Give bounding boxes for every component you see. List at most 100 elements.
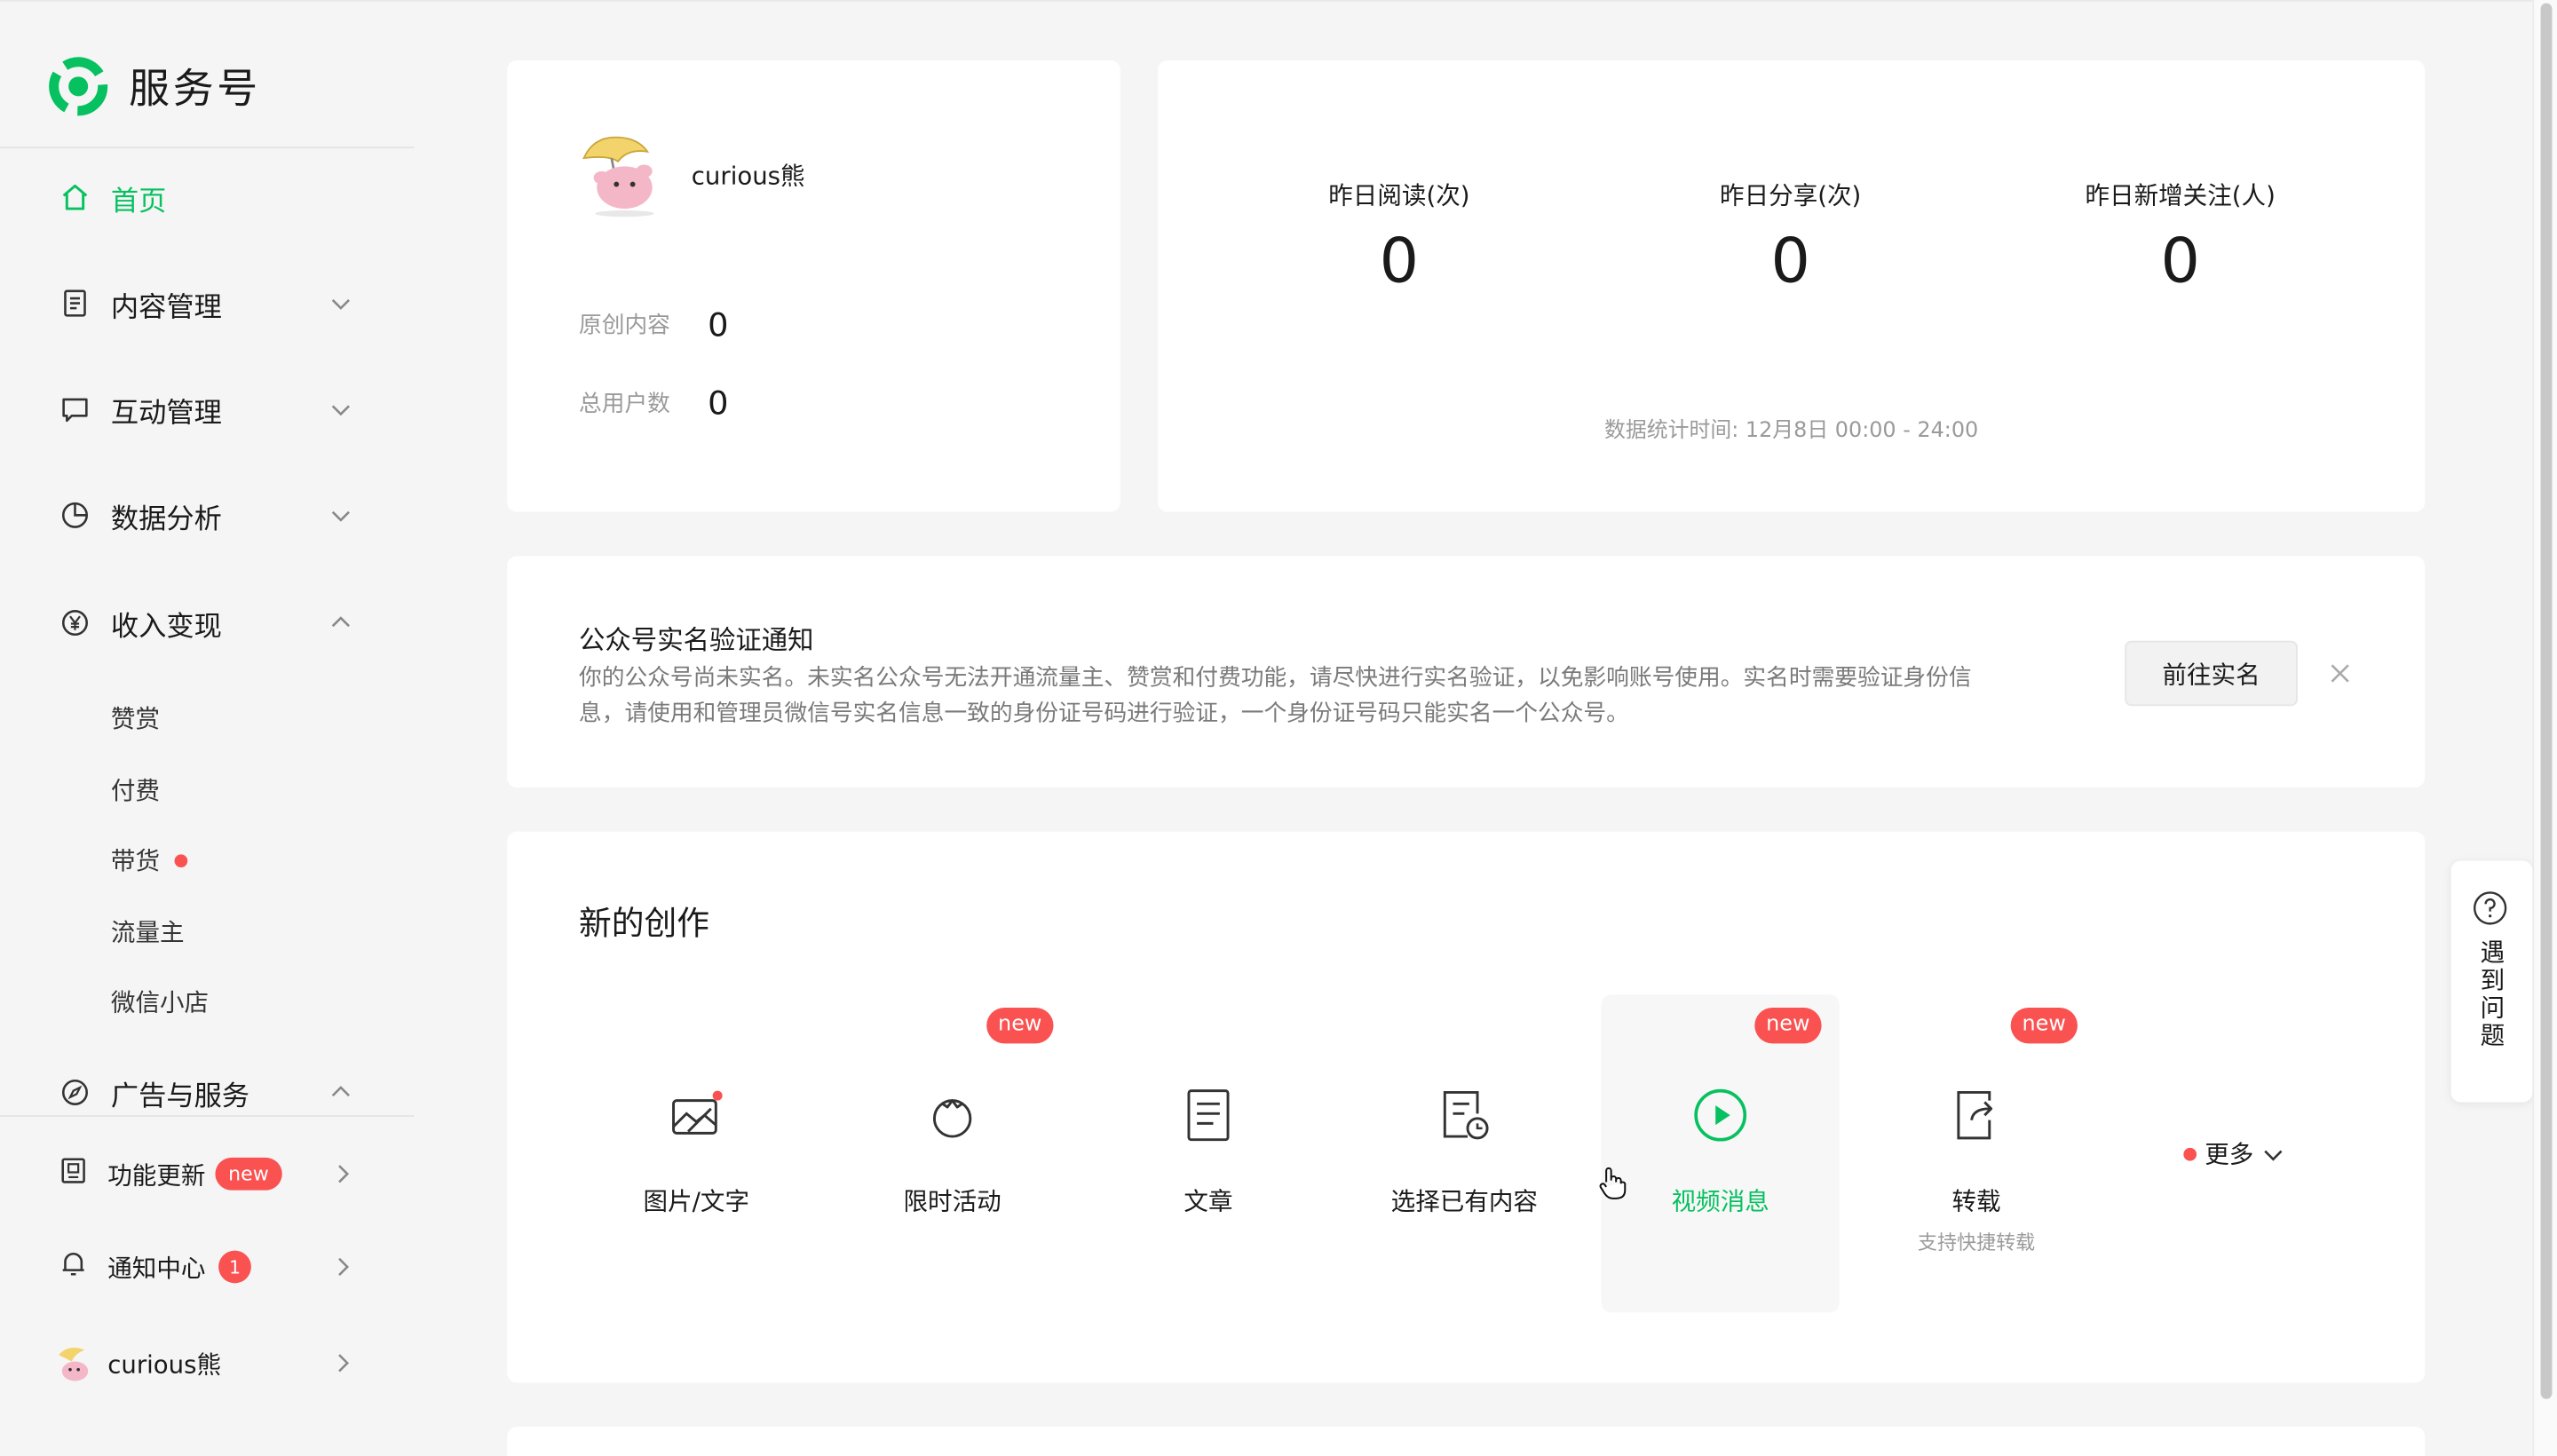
chevron-down-icon [331, 299, 350, 310]
sidebar-subitem-paid[interactable]: 付费 [111, 773, 160, 808]
create-image-text[interactable]: 图片/文字 [577, 994, 815, 1312]
sidebar-item-label: 广告与服务 [110, 1080, 250, 1113]
video-play-icon [1691, 1086, 1750, 1144]
metric-shares[interactable]: 昨日分享(次) 0 [1595, 178, 1986, 297]
feature-updates-label: 功能更新 [107, 1159, 206, 1190]
sidebar-subitem-commerce[interactable]: 带货 [110, 843, 188, 877]
feature-book-icon [59, 1156, 88, 1191]
notification-center-link[interactable]: 通知中心 1 [0, 1234, 415, 1299]
new-badge: new [2010, 1007, 2078, 1044]
create-select-existing[interactable]: 选择已有内容 [1345, 994, 1583, 1312]
sidebar-item-monetization[interactable]: 收入变现 [0, 590, 415, 655]
home-icon [59, 181, 91, 214]
account-name: curious熊 [691, 161, 805, 191]
metric-new-followers[interactable]: 昨日新增关注(人) 0 [1984, 178, 2376, 297]
stats-time-note: 数据统计时间: 12月8日 00:00 - 24:00 [1603, 418, 1979, 444]
stat-label: 原创内容 [579, 313, 670, 339]
sidebar-subitem-appreciation[interactable]: 赞赏 [111, 701, 160, 736]
sidebar-item-label: 数据分析 [110, 502, 222, 536]
chevron-up-icon [331, 616, 350, 628]
go-verify-button[interactable]: 前往实名 [2125, 640, 2298, 707]
new-creation-card: 新的创作 图片/文字 new 限时活动 文章 选择已有内容 new 视频消息 n… [507, 831, 2426, 1383]
sidebar-footer-divider [0, 1115, 415, 1118]
account-menu[interactable]: curious熊 [0, 1331, 415, 1396]
sidebar-item-analytics[interactable]: 数据分析 [0, 483, 415, 548]
chevron-right-icon [338, 1354, 350, 1373]
sidebar-subitem-label: 微信小店 [110, 987, 210, 1017]
help-label: 遇到问题 [2476, 938, 2507, 1050]
sidebar-divider [0, 146, 415, 149]
feature-updates-link[interactable]: 功能更新 new [0, 1142, 415, 1207]
sidebar-subitem-traffic-owner[interactable]: 流量主 [111, 914, 185, 949]
chevron-right-icon [338, 1257, 350, 1277]
metric-value: 0 [1379, 225, 1420, 297]
sidebar-item-content[interactable]: 内容管理 [0, 271, 415, 336]
metric-reads[interactable]: 昨日阅读(次) 0 [1203, 178, 1595, 297]
brand[interactable]: 服务号 [47, 55, 261, 117]
stat-label: 总用户数 [579, 391, 670, 418]
notification-center-label-wrap: 通知中心 1 [107, 1250, 251, 1285]
next-section-card [507, 1426, 2426, 1456]
bell-icon [59, 1249, 88, 1285]
stat-value: 0 [708, 383, 729, 423]
sidebar-subitem-wechat-shop[interactable]: 微信小店 [111, 985, 209, 1019]
sidebar-subitem-label: 赞赏 [110, 704, 161, 734]
scrollbar-thumb[interactable] [2540, 3, 2553, 1399]
help-floating-button[interactable]: 遇到问题 [2450, 860, 2533, 1103]
new-badge: new [215, 1157, 282, 1191]
tile-label: 转载 [1951, 1186, 2001, 1217]
notification-dot [174, 853, 188, 867]
yen-icon [59, 606, 91, 639]
notification-dot [2183, 1146, 2197, 1160]
new-badge: new [986, 1007, 1054, 1044]
chat-icon [59, 393, 91, 426]
sidebar-item-interaction[interactable]: 互动管理 [0, 376, 415, 441]
more-dropdown[interactable]: 更多 [2183, 1136, 2284, 1171]
create-article[interactable]: 文章 [1089, 994, 1327, 1312]
existing-content-icon [1435, 1086, 1493, 1144]
original-content-stat: 原创内容 0 [579, 305, 728, 344]
metric-label: 昨日新增关注(人) [2085, 180, 2276, 210]
image-text-icon [667, 1086, 725, 1144]
sidebar-subitem-label: 流量主 [110, 917, 185, 948]
sidebar-item-label: 内容管理 [110, 290, 222, 324]
more-label: 更多 [2205, 1139, 2254, 1169]
feature-updates-label-wrap: 功能更新 new [107, 1157, 282, 1191]
daily-stats-card: 昨日阅读(次) 0 昨日分享(次) 0 昨日新增关注(人) 0 数据统计时间: … [1158, 59, 2426, 512]
create-limited-activity[interactable]: new 限时活动 [834, 994, 1072, 1312]
notice-title: 公众号实名验证通知 [579, 624, 814, 656]
tile-label: 文章 [1184, 1186, 1233, 1217]
sidebar: 服务号 首页 内容管理 互动管理 数据分析 收入变现 赞赏 付费 带货 流量主 … [0, 0, 415, 1456]
metric-label: 昨日阅读(次) [1328, 180, 1470, 210]
repost-icon [1947, 1086, 2006, 1144]
total-users-stat: 总用户数 0 [579, 384, 728, 423]
tile-label: 图片/文字 [643, 1186, 750, 1217]
create-video-message[interactable]: new 视频消息 [1601, 994, 1840, 1313]
metric-value: 0 [1770, 225, 1810, 297]
notice-text: 你的公众号尚未实名。未实名公众号无法开通流量主、赞赏和付费功能，请尽快进行实名验… [579, 665, 1972, 728]
profile-card: curious熊 原创内容 0 总用户数 0 [507, 59, 1120, 512]
verification-notice: 公众号实名验证通知 你的公众号尚未实名。未实名公众号无法开通流量主、赞赏和付费功… [507, 556, 2426, 788]
close-icon[interactable] [2327, 661, 2353, 686]
avatar[interactable] [579, 129, 661, 218]
sidebar-subitem-label: 带货 [110, 846, 161, 876]
document-icon [59, 287, 91, 320]
sidebar-item-ads-services[interactable]: 广告与服务 [0, 1070, 415, 1115]
tile-label: 限时活动 [903, 1186, 1001, 1217]
notification-center-label: 通知中心 [107, 1253, 206, 1283]
sidebar-item-label: 首页 [110, 185, 167, 218]
hand-cursor-icon [1599, 1167, 1627, 1199]
wechat-service-logo-icon [49, 57, 108, 116]
unread-count-badge: 1 [218, 1250, 251, 1284]
section-title: 新的创作 [579, 903, 709, 943]
create-repost[interactable]: new 转载 支持快捷转载 [1857, 994, 2095, 1312]
sidebar-item-label: 互动管理 [110, 397, 222, 430]
page: 服务号 首页 内容管理 互动管理 数据分析 收入变现 赞赏 付费 带货 流量主 … [0, 0, 2557, 1456]
scrollbar[interactable] [2532, 0, 2557, 1456]
compass-icon [59, 1076, 91, 1109]
sidebar-item-home[interactable]: 首页 [0, 164, 415, 229]
chevron-down-icon [331, 405, 350, 416]
tomato-icon [923, 1086, 982, 1144]
tile-label: 选择已有内容 [1390, 1186, 1539, 1217]
new-badge: new [1754, 1007, 1822, 1044]
